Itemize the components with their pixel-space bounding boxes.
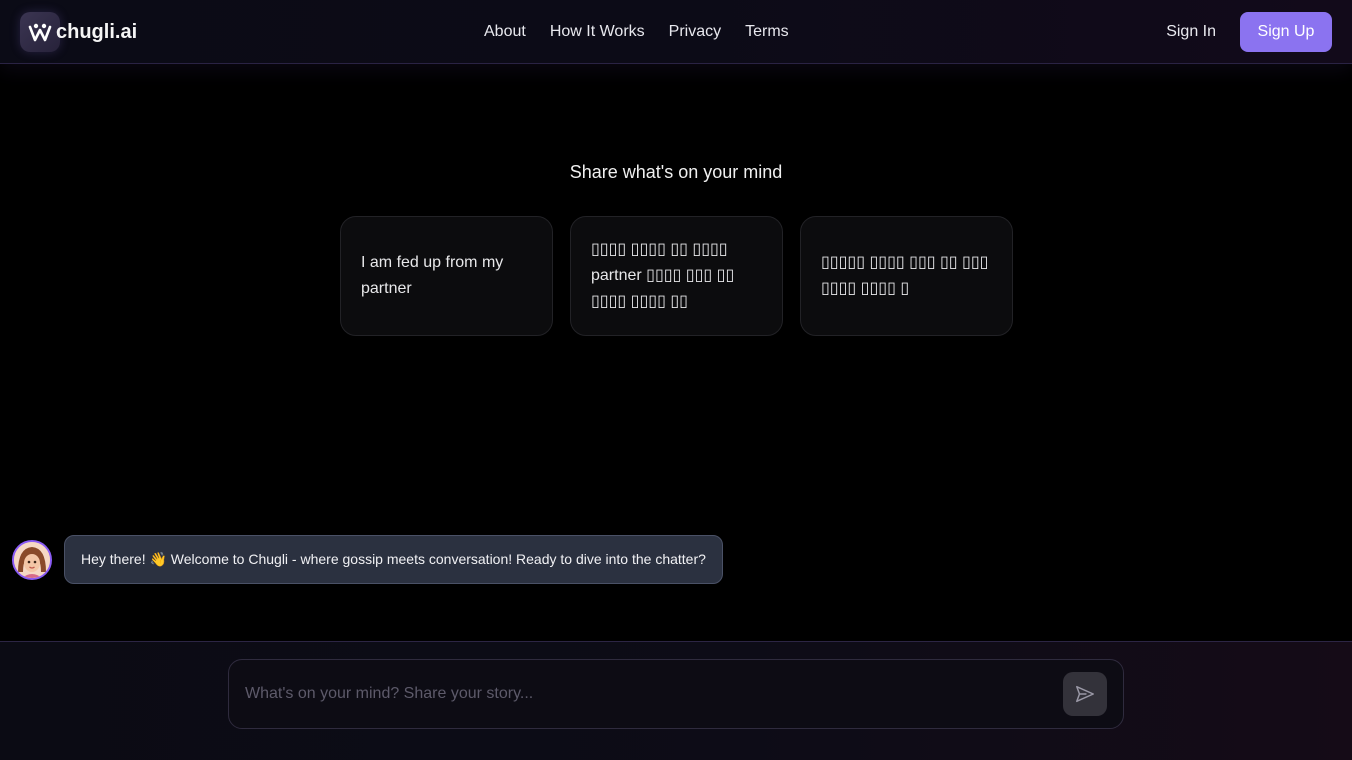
prompt-card[interactable]: I am fed up from my partner: [340, 216, 553, 336]
nav-terms[interactable]: Terms: [745, 23, 789, 41]
prompt-card[interactable]: ▯▯▯▯▯ ▯▯▯▯ ▯▯▯ ▯▯ ▯▯▯ ▯▯▯▯ ▯▯▯▯ ▯: [800, 216, 1013, 336]
prompt-card-text: I am fed up from my partner: [361, 254, 504, 297]
top-nav-bar: chugli.ai About How It Works Privacy Ter…: [0, 0, 1352, 64]
composer-bar: [0, 641, 1352, 760]
brand-name: chugli.ai: [56, 20, 138, 43]
nav-how-it-works[interactable]: How It Works: [550, 23, 645, 41]
sign-in-link[interactable]: Sign In: [1166, 12, 1216, 52]
chat-message: Hey there! 👋 Welcome to Chugli - where g…: [12, 535, 723, 584]
send-icon: [1076, 685, 1094, 703]
main-nav: About How It Works Privacy Terms: [484, 0, 789, 64]
greeting-bubble: Hey there! 👋 Welcome to Chugli - where g…: [64, 535, 723, 584]
prompt-card-text: ▯▯▯▯ ▯▯▯▯ ▯▯ ▯▯▯▯ partner ▯▯▯▯ ▯▯▯ ▯▯ ▯▯…: [591, 241, 735, 310]
brand-logo[interactable]: chugli.ai: [20, 12, 137, 52]
send-button[interactable]: [1063, 672, 1107, 716]
composer: [228, 659, 1124, 729]
assistant-avatar: [12, 539, 52, 580]
prompt-card[interactable]: ▯▯▯▯ ▯▯▯▯ ▯▯ ▯▯▯▯ partner ▯▯▯▯ ▯▯▯ ▯▯ ▯▯…: [570, 216, 783, 336]
logo-icon: [20, 12, 60, 52]
prompt-card-text: ▯▯▯▯▯ ▯▯▯▯ ▯▯▯ ▯▯ ▯▯▯ ▯▯▯▯ ▯▯▯▯ ▯: [821, 254, 989, 297]
prompt-cards: I am fed up from my partner ▯▯▯▯ ▯▯▯▯ ▯▯…: [340, 216, 1013, 336]
prompt-heading: Share what's on your mind: [569, 162, 783, 182]
sign-up-button[interactable]: Sign Up: [1240, 12, 1332, 52]
message-input[interactable]: [245, 660, 1045, 728]
nav-about[interactable]: About: [484, 23, 526, 41]
nav-privacy[interactable]: Privacy: [669, 23, 721, 41]
